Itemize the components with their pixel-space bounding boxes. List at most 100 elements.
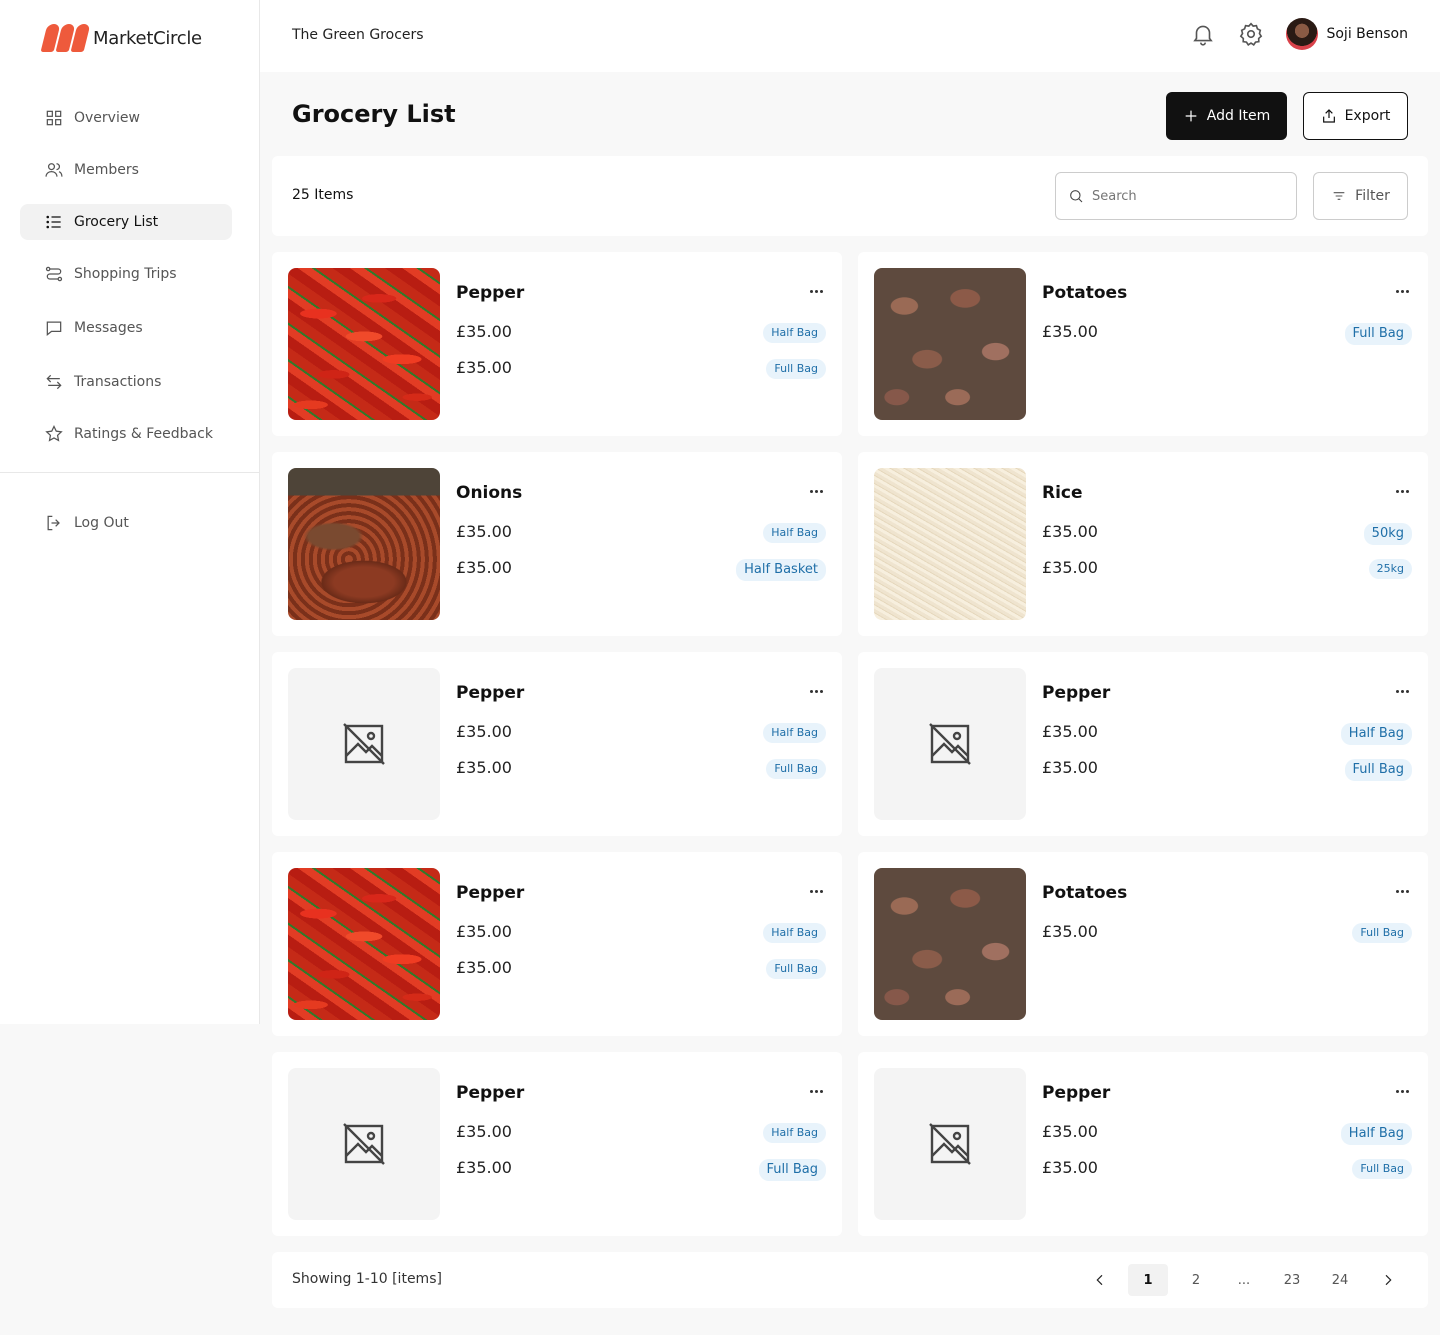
grocery-card[interactable]: Pepper£35.00Half Bag£35.00Full Bag£35.00… bbox=[272, 1052, 842, 1236]
top-bar: The Green Grocers Soji Benson bbox=[260, 0, 1440, 72]
search-field[interactable] bbox=[1055, 172, 1297, 220]
unit-badge: Half Bag bbox=[1340, 1123, 1412, 1145]
unit-badge: Half Bag bbox=[763, 523, 826, 543]
filter-button[interactable]: Filter bbox=[1313, 172, 1408, 220]
price-row: £35.00 Half Bag bbox=[456, 1120, 826, 1156]
price-value: £35.00 bbox=[456, 722, 512, 741]
user-menu[interactable]: Soji Benson bbox=[1286, 18, 1408, 50]
brand-name: MarketCircle bbox=[93, 27, 202, 49]
unit-badge: Full Bag bbox=[766, 759, 826, 779]
sidebar: MarketCircle Overview Members Grocery List… bbox=[0, 0, 260, 1024]
grocery-card[interactable]: Pepper £35.00 Half Bag £35.00Full Bag£35.00… bbox=[858, 1052, 1428, 1236]
unit-badge: Full Bag bbox=[1344, 759, 1412, 781]
pagination: Showing 1-10 [items] 1 2... 23 24 bbox=[272, 1252, 1428, 1308]
card-title: Rice bbox=[1042, 483, 1083, 503]
product-image bbox=[874, 468, 1026, 620]
page-button[interactable]: 2 bbox=[1176, 1264, 1216, 1296]
sidebar-item-ratings-feedback[interactable]: Ratings & Feedback bbox=[20, 416, 232, 452]
card-title: Onions bbox=[456, 483, 523, 503]
page-title: Grocery List bbox=[292, 100, 456, 128]
sidebar-item-shopping-trips[interactable]: Shopping Trips bbox=[20, 256, 232, 292]
filter-icon bbox=[1333, 192, 1345, 200]
sidebar-item-transactions[interactable]: Transactions bbox=[20, 364, 232, 400]
prev-page-button[interactable] bbox=[1080, 1264, 1120, 1296]
sidebar-item-label: Messages bbox=[74, 320, 143, 336]
price-value: £35.00 bbox=[456, 558, 512, 577]
price-row: £35.00 Full Bag bbox=[456, 1156, 826, 1192]
brand-logo[interactable]: MarketCircle bbox=[40, 24, 202, 52]
search-icon bbox=[1070, 190, 1083, 203]
price-row: £35.00 Half Bag bbox=[1042, 1120, 1412, 1156]
sidebar-item-overview[interactable]: Overview bbox=[20, 100, 232, 136]
image-placeholder bbox=[288, 668, 440, 820]
arrows-icon bbox=[46, 374, 62, 390]
grocery-card[interactable]: Pepper£35.00Half Bag£35.00Full Bag£35.00… bbox=[858, 652, 1428, 836]
page-button[interactable]: 1 bbox=[1128, 1264, 1168, 1296]
unit-badge: Half Bag bbox=[763, 1123, 826, 1143]
price-value: £35.00 bbox=[1042, 758, 1098, 777]
page-button[interactable]: 23 bbox=[1272, 1264, 1312, 1296]
more-options-icon[interactable] bbox=[1392, 282, 1412, 300]
page-ellipsis: ... bbox=[1237, 1272, 1251, 1288]
upload-icon bbox=[1322, 109, 1335, 123]
grocery-card[interactable]: Onions £35.00 Half Bag £35.00 Half Basket bbox=[272, 452, 842, 636]
next-page-button[interactable] bbox=[1368, 1264, 1408, 1296]
price-row: £35.00 Full Bag bbox=[1042, 1156, 1412, 1192]
more-options-icon[interactable] bbox=[1392, 882, 1412, 900]
grocery-card[interactable]: Pepper£35.00Half Bag£35.00Full Bag£35.00… bbox=[272, 852, 842, 1036]
sidebar-item-members[interactable]: Members bbox=[20, 152, 232, 188]
sidebar-nav: Overview Members Grocery List Shopping Trip… bbox=[20, 100, 232, 468]
users-icon bbox=[45, 163, 63, 177]
page-button[interactable]: 24 bbox=[1320, 1264, 1360, 1296]
image-placeholder bbox=[288, 1068, 440, 1220]
grocery-card[interactable]: Rice £35.0050kg£35.0025kg£35.0010kg bbox=[858, 452, 1428, 636]
card-title: Pepper bbox=[1042, 1083, 1111, 1103]
price-list: £35.00Half Bag£35.00Full Bag£35.00Full B… bbox=[456, 720, 826, 792]
export-button[interactable]: Export bbox=[1303, 92, 1408, 140]
price-value: £35.00 bbox=[456, 522, 512, 541]
grocery-card[interactable]: Potatoes £35.00 Full Bag bbox=[858, 852, 1428, 1036]
gear-icon[interactable] bbox=[1238, 21, 1264, 47]
more-options-icon[interactable] bbox=[806, 882, 826, 900]
grocery-card[interactable]: Pepper£35.00Half Bag£35.00Full Bag£35.00… bbox=[272, 252, 842, 436]
more-options-icon[interactable] bbox=[806, 282, 826, 300]
price-row: £35.00 Full Bag bbox=[1042, 920, 1412, 956]
grocery-card[interactable]: Pepper£35.00Half Bag£35.00Full Bag£35.00… bbox=[272, 652, 842, 836]
price-list: £35.0050kg£35.0025kg£35.0010kg bbox=[1042, 520, 1412, 592]
card-title: Pepper bbox=[1042, 683, 1111, 703]
more-options-icon[interactable] bbox=[806, 682, 826, 700]
grid-icon bbox=[46, 110, 62, 126]
more-options-icon[interactable] bbox=[806, 482, 826, 500]
price-value: £35.00 bbox=[1042, 522, 1098, 541]
sidebar-item-grocery-list[interactable]: Grocery List bbox=[20, 204, 232, 240]
more-options-icon[interactable] bbox=[1392, 682, 1412, 700]
more-options-icon[interactable] bbox=[806, 1082, 826, 1100]
price-row: £35.00 25kg bbox=[1042, 556, 1412, 592]
price-value: £35.00 bbox=[1042, 1122, 1098, 1141]
list-toolbar: 25 Items Filter bbox=[272, 156, 1428, 236]
price-row: £35.00 Full Bag bbox=[456, 956, 826, 992]
price-value: £35.00 bbox=[456, 358, 512, 377]
price-list: £35.00 Full Bag bbox=[1042, 920, 1412, 992]
grocery-card[interactable]: Potatoes £35.00 Full Bag bbox=[858, 252, 1428, 436]
price-value: £35.00 bbox=[456, 922, 512, 941]
more-options-icon[interactable] bbox=[1392, 1082, 1412, 1100]
page-controls: 1 2... 23 24 bbox=[1080, 1264, 1408, 1296]
search-input[interactable] bbox=[1092, 188, 1272, 204]
bell-icon[interactable] bbox=[1190, 21, 1216, 47]
price-row: £35.00 Half Bag bbox=[456, 720, 826, 756]
price-value: £35.00 bbox=[1042, 558, 1098, 577]
price-list: £35.00 Half Bag £35.00 Half Basket bbox=[456, 520, 826, 592]
product-image bbox=[874, 268, 1026, 420]
price-row: £35.00 Full Bag bbox=[1042, 320, 1412, 356]
unit-badge: Half Bag bbox=[763, 723, 826, 743]
more-options-icon[interactable] bbox=[1392, 482, 1412, 500]
sidebar-item-label: Shopping Trips bbox=[74, 266, 177, 282]
sidebar-item-messages[interactable]: Messages bbox=[20, 310, 232, 346]
item-count: 25 Items bbox=[292, 187, 354, 203]
logout-button[interactable]: Log Out bbox=[44, 505, 129, 541]
card-title: Pepper bbox=[456, 883, 525, 903]
unit-badge: Half Basket bbox=[736, 559, 826, 581]
price-value: £35.00 bbox=[456, 1122, 512, 1141]
add-item-button[interactable]: Add Item bbox=[1166, 92, 1287, 140]
